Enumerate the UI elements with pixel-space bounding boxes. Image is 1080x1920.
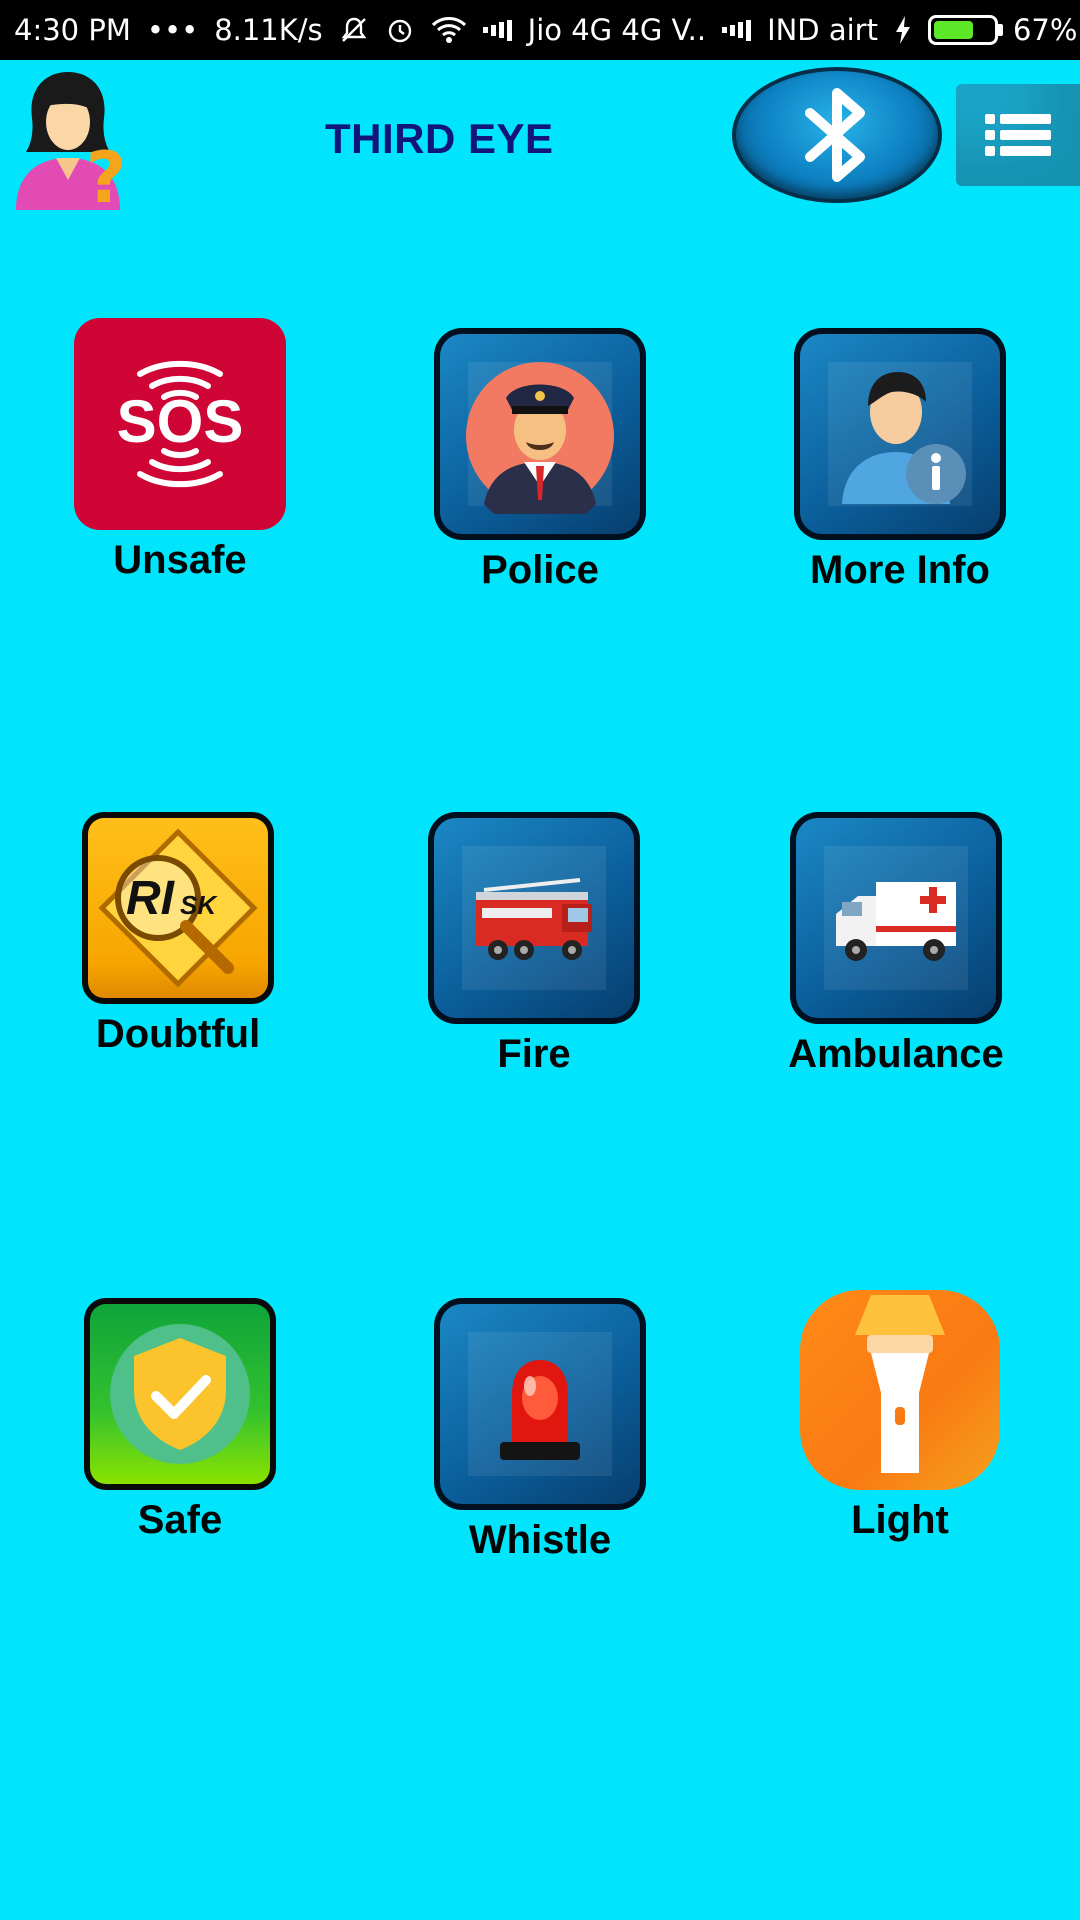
status-bar: 4:30 PM ••• 8.11K/s Jio 4G 4G V.. IND ai… <box>0 0 1080 60</box>
page-title: THIRD EYE <box>325 115 554 162</box>
tile-label: Police <box>481 548 599 592</box>
signal-icon-2 <box>722 18 752 42</box>
bluetooth-icon <box>805 88 865 182</box>
status-time: 4:30 PM <box>14 13 131 47</box>
battery-icon <box>927 15 1003 45</box>
tile-unsafe[interactable]: SOS Unsafe <box>30 318 330 583</box>
tile-police[interactable]: Police <box>390 328 690 593</box>
svg-text:SOS: SOS <box>117 388 244 455</box>
risk-icon: RI SK <box>82 812 274 1004</box>
menu-button[interactable] <box>956 84 1080 186</box>
woman-question-icon[interactable]: ? <box>6 60 134 219</box>
tile-label: Safe <box>137 1498 223 1542</box>
battery-percent: 67% <box>1012 13 1078 47</box>
user-info-icon <box>842 372 966 504</box>
siren-icon <box>500 1360 580 1460</box>
mute-icon <box>339 15 369 45</box>
fire-truck-icon <box>476 878 592 960</box>
tile-label: Ambulance <box>788 1032 1004 1076</box>
tile-label: Doubtful <box>95 1012 261 1056</box>
tile-label: Whistle <box>468 1518 612 1562</box>
tile-ambulance[interactable]: Ambulance <box>746 812 1046 1077</box>
tile-label: Light <box>851 1498 949 1542</box>
carrier-2: IND airt <box>767 13 878 47</box>
status-net-speed: 8.11K/s <box>214 13 323 47</box>
app-header: ? THIRD EYE <box>0 60 1080 220</box>
svg-text:?: ? <box>86 137 127 210</box>
police-officer-icon <box>466 362 614 514</box>
tile-doubtful[interactable]: RI SK Doubtful <box>28 812 328 1057</box>
tile-label: Unsafe <box>113 538 247 582</box>
wifi-icon <box>431 16 467 44</box>
list-menu-icon <box>985 114 1051 156</box>
carrier-1: Jio 4G 4G V.. <box>527 13 707 47</box>
sos-icon: SOS <box>74 318 286 530</box>
alarm-icon <box>385 15 415 45</box>
tile-label: Fire <box>497 1032 571 1076</box>
tile-more-info[interactable]: More Info <box>750 328 1050 593</box>
tile-light[interactable]: Light <box>750 1290 1050 1543</box>
shield-check-icon <box>84 1298 276 1490</box>
status-more-dots: ••• <box>146 13 199 47</box>
tile-fire[interactable]: Fire <box>384 812 684 1077</box>
tile-label: More Info <box>810 548 990 592</box>
charging-icon <box>894 15 912 45</box>
svg-text:SK: SK <box>180 890 218 920</box>
signal-icon <box>482 18 512 42</box>
svg-text:RI: RI <box>126 872 176 925</box>
ambulance-icon <box>836 882 956 961</box>
tile-whistle[interactable]: Whistle <box>390 1298 690 1563</box>
bluetooth-button[interactable] <box>732 67 942 203</box>
tile-safe[interactable]: Safe <box>30 1298 330 1543</box>
flashlight-icon <box>800 1290 1000 1490</box>
